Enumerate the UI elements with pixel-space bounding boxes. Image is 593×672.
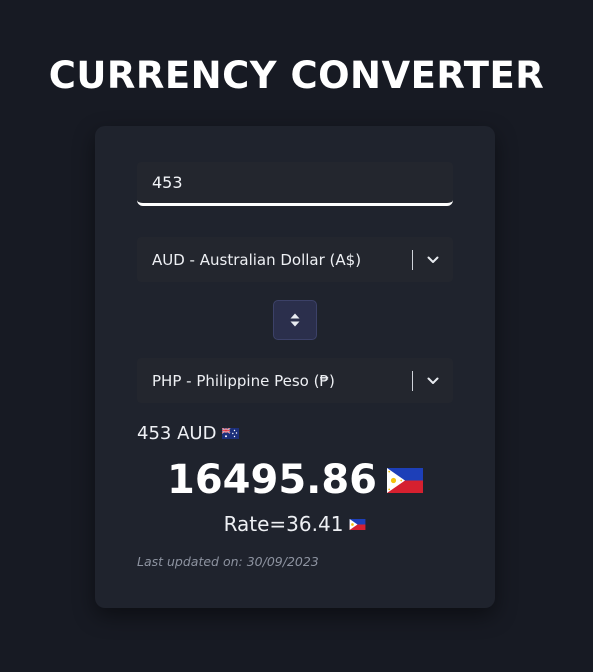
page-title: CURRENCY CONVERTER xyxy=(48,54,545,97)
amount-input[interactable] xyxy=(137,162,453,206)
swap-currencies-button[interactable] xyxy=(273,300,317,340)
philippines-flag-icon xyxy=(349,518,366,530)
swap-arrows-icon xyxy=(290,313,300,327)
from-currency-label: AUD - Australian Dollar (A$) xyxy=(152,250,362,269)
converter-card: AUD - Australian Dollar (A$) PHP - Phili… xyxy=(95,126,495,608)
converted-value: 16495.86 xyxy=(166,457,378,503)
from-currency-select[interactable]: AUD - Australian Dollar (A$) xyxy=(137,237,453,282)
chevron-down-icon[interactable] xyxy=(413,237,453,282)
converted-result: 16495.86 xyxy=(95,454,495,506)
last-updated-text: Last updated on: 30/09/2023 xyxy=(137,554,319,569)
to-currency-select[interactable]: PHP - Philippine Peso (₱) xyxy=(137,358,453,403)
philippines-flag-icon xyxy=(387,467,424,493)
australia-flag-icon xyxy=(222,428,240,439)
to-currency-label: PHP - Philippine Peso (₱) xyxy=(152,371,335,390)
chevron-down-icon[interactable] xyxy=(413,358,453,403)
from-amount-line: 453 AUD xyxy=(137,423,240,444)
from-amount: 453 AUD xyxy=(137,423,217,444)
currency-converter-page: CURRENCY CONVERTER AUD - Australian Doll… xyxy=(0,0,593,672)
rate-line: Rate=36.41 xyxy=(95,512,495,536)
exchange-rate: Rate=36.41 xyxy=(223,512,344,536)
